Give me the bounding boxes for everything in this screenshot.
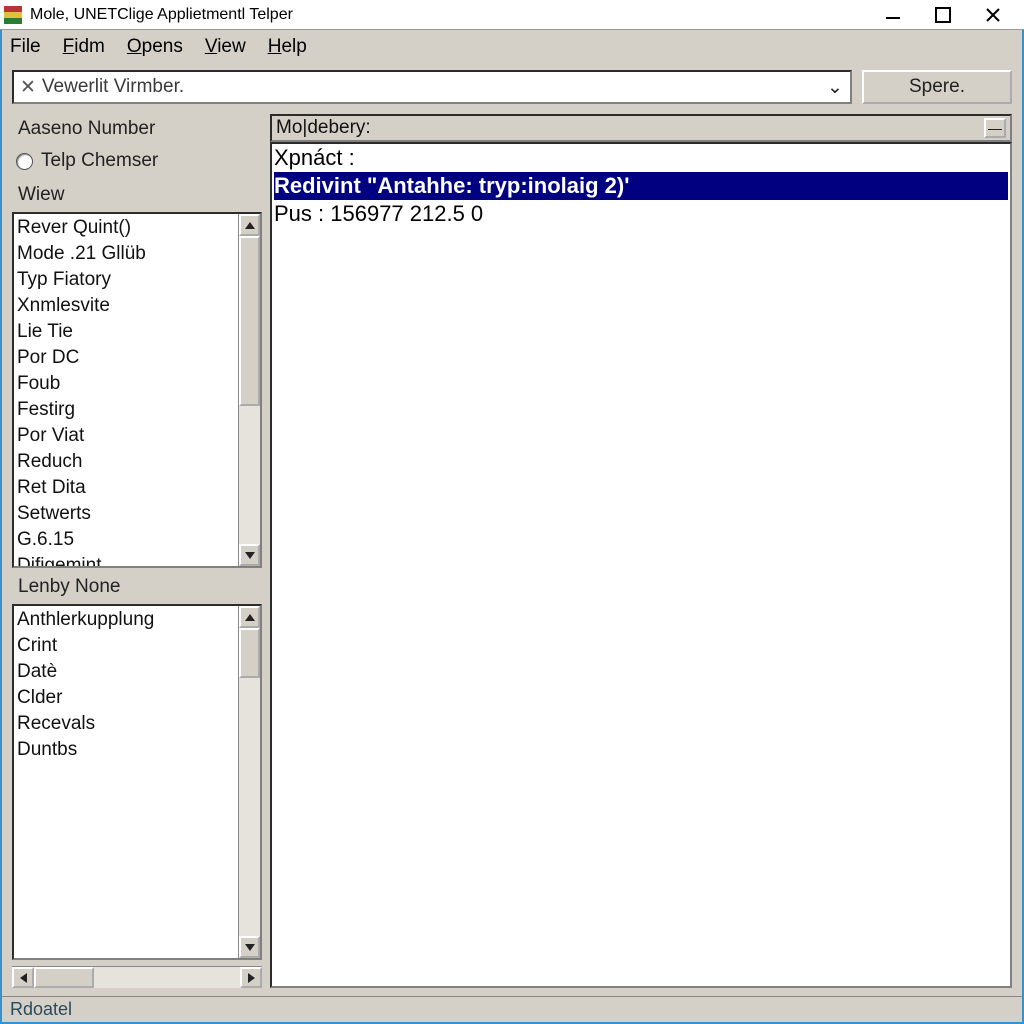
list-item[interactable]: G.6.15 bbox=[17, 527, 259, 553]
list-item[interactable]: Difigemint bbox=[17, 553, 259, 568]
list-item[interactable]: Setwerts bbox=[17, 501, 259, 527]
address-combo-text: Vewerlit Virmber. bbox=[42, 76, 826, 98]
list-item[interactable]: Crint bbox=[17, 633, 259, 659]
clear-icon[interactable]: ✕ bbox=[20, 76, 36, 99]
radio-icon bbox=[16, 153, 33, 170]
console-line[interactable]: Xpnáct : bbox=[274, 144, 1008, 172]
list-item[interactable]: Datè bbox=[17, 659, 259, 685]
right-panel: Mo|debery: — Xpnáct : Redivint "Antahhe:… bbox=[270, 114, 1012, 988]
scroll-left-button[interactable] bbox=[12, 967, 34, 988]
status-text: Rdoatel bbox=[10, 999, 72, 1019]
app-icon bbox=[4, 6, 22, 24]
console-line[interactable]: Pus : 156977 212.5 0 bbox=[274, 200, 1008, 228]
spere-button[interactable]: Spere. bbox=[862, 70, 1012, 104]
left-panel: Aaseno Number Telp Chemser Wiew Rever Qu… bbox=[12, 114, 262, 988]
scroll-up-button[interactable] bbox=[239, 214, 260, 236]
panel-minimize-button[interactable]: — bbox=[984, 118, 1006, 138]
toolbar: ✕ Vewerlit Virmber. ⌄ Spere. bbox=[2, 64, 1022, 110]
lenby-listbox[interactable]: Anthlerkupplung Crint Datè Clder Receval… bbox=[12, 604, 262, 960]
list-item[interactable]: Foub bbox=[17, 371, 259, 397]
scrollbar-vertical[interactable] bbox=[238, 214, 260, 566]
list-item[interactable]: Xnmlesvite bbox=[17, 293, 259, 319]
list-item[interactable]: Mode .21 Gllüb bbox=[17, 241, 259, 267]
window-controls bbox=[878, 3, 1020, 27]
scroll-down-button[interactable] bbox=[239, 544, 260, 566]
maximize-button[interactable] bbox=[928, 3, 958, 27]
scroll-up-button[interactable] bbox=[239, 606, 260, 628]
scrollbar-horizontal[interactable] bbox=[12, 966, 262, 988]
statusbar: Rdoatel bbox=[2, 996, 1022, 1022]
console-header: Mo|debery: — bbox=[270, 114, 1012, 142]
list-item[interactable]: Reduch bbox=[17, 449, 259, 475]
list-item[interactable]: Rever Quint() bbox=[17, 215, 259, 241]
address-combo[interactable]: ✕ Vewerlit Virmber. ⌄ bbox=[12, 70, 852, 104]
list-item[interactable]: Recevals bbox=[17, 711, 259, 737]
list-item[interactable]: Por Viat bbox=[17, 423, 259, 449]
scroll-down-button[interactable] bbox=[239, 936, 260, 958]
scrollbar-vertical[interactable] bbox=[238, 606, 260, 958]
menu-file[interactable]: File bbox=[10, 36, 41, 58]
list-item[interactable]: Duntbs bbox=[17, 737, 259, 763]
chevron-down-icon[interactable]: ⌄ bbox=[826, 76, 844, 99]
titlebar: Mole, UNETClige Applietmentl Telper bbox=[0, 0, 1024, 30]
list-item[interactable]: Clder bbox=[17, 685, 259, 711]
section-wiew-label: Wiew bbox=[12, 180, 262, 208]
radio-telp-chemser[interactable]: Telp Chemser bbox=[12, 146, 262, 176]
list-item[interactable]: Ret Dita bbox=[17, 475, 259, 501]
window-title: Mole, UNETClige Applietmentl Telper bbox=[30, 6, 878, 24]
section-aaseno-label: Aaseno Number bbox=[12, 114, 262, 142]
minimize-button[interactable] bbox=[878, 3, 908, 27]
list-item[interactable]: Festirg bbox=[17, 397, 259, 423]
radio-label: Telp Chemser bbox=[41, 150, 158, 172]
scroll-right-button[interactable] bbox=[240, 967, 262, 988]
console-header-label: Mo|debery: bbox=[276, 117, 371, 139]
wiew-listbox[interactable]: Rever Quint() Mode .21 Gllüb Typ Fiatory… bbox=[12, 212, 262, 568]
list-item[interactable]: Anthlerkupplung bbox=[17, 607, 259, 633]
close-button[interactable] bbox=[978, 3, 1008, 27]
section-lenby-label: Lenby None bbox=[12, 572, 262, 600]
menu-fidm[interactable]: Fidm bbox=[63, 36, 105, 58]
menu-view[interactable]: View bbox=[205, 36, 246, 58]
list-item[interactable]: Por DC bbox=[17, 345, 259, 371]
menu-help[interactable]: Help bbox=[268, 36, 307, 58]
menu-opens[interactable]: Opens bbox=[127, 36, 183, 58]
console-output[interactable]: Xpnáct : Redivint "Antahhe: tryp:inolaig… bbox=[270, 142, 1012, 988]
list-item[interactable]: Lie Tie bbox=[17, 319, 259, 345]
list-item[interactable]: Typ Fiatory bbox=[17, 267, 259, 293]
console-line-selected[interactable]: Redivint "Antahhe: tryp:inolaig 2)' bbox=[274, 172, 1008, 200]
menubar: File Fidm Opens View Help bbox=[2, 30, 1022, 64]
